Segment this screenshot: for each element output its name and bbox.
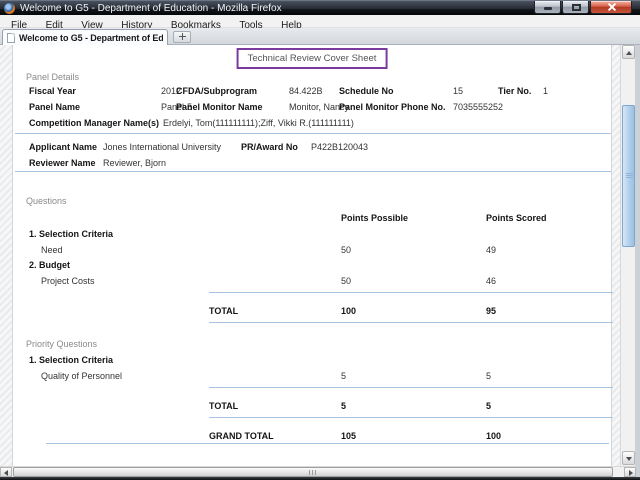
- tab-bar: Welcome to G5 - Department of Edu...: [0, 28, 640, 45]
- question-item-scored: 49: [486, 245, 496, 256]
- questions-total-label: TOTAL: [209, 306, 238, 317]
- separator-line: [209, 417, 613, 418]
- schedule-no-value: 15: [453, 86, 463, 97]
- applicant-name-label: Applicant Name: [29, 142, 97, 153]
- priority-questions-section-label: Priority Questions: [26, 339, 97, 350]
- questions-total-scored: 95: [486, 306, 496, 317]
- grand-total-possible: 105: [341, 431, 356, 442]
- cfda-label: CFDA/Subprogram: [176, 86, 257, 97]
- question-item-name: Project Costs: [41, 276, 95, 287]
- minimize-icon: [544, 7, 552, 10]
- tier-no-value: 1: [543, 86, 548, 97]
- pr-award-no-label: PR/Award No: [241, 142, 298, 153]
- arrow-up-icon: [626, 51, 632, 55]
- vertical-scrollbar-thumb[interactable]: [622, 105, 635, 247]
- firefox-icon: [4, 3, 15, 14]
- grand-total-scored: 100: [486, 431, 501, 442]
- panel-monitor-phone-label: Panel Monitor Phone No.: [339, 102, 446, 113]
- competition-manager-value: Erdelyi, Tom(111111111);Ziff, Vikki R.(1…: [163, 118, 354, 129]
- priority-total-label: TOTAL: [209, 401, 238, 412]
- separator-line: [46, 443, 609, 444]
- reviewer-name-value: Reviewer, Bjorn: [103, 158, 166, 169]
- maximize-icon: [572, 4, 581, 11]
- applicant-name-value: Jones International University: [103, 142, 221, 153]
- questions-section-label: Questions: [26, 196, 67, 207]
- reviewer-name-label: Reviewer Name: [29, 158, 96, 169]
- points-possible-header: Points Possible: [341, 213, 408, 224]
- horizontal-scrollbar-thumb[interactable]: [13, 467, 613, 477]
- scroll-down-button[interactable]: [622, 451, 635, 465]
- arrow-right-icon: [629, 470, 633, 476]
- question-item-possible: 50: [341, 245, 351, 256]
- separator-line: [209, 387, 613, 388]
- menu-bar: File Edit View History Bookmarks Tools H…: [0, 15, 640, 28]
- maximize-button[interactable]: [562, 1, 589, 14]
- minimize-button[interactable]: [534, 1, 561, 14]
- tier-no-label: Tier No.: [498, 86, 531, 97]
- arrow-left-icon: [4, 470, 8, 476]
- separator-line: [209, 292, 613, 293]
- panel-name-label: Panel Name: [29, 102, 80, 113]
- grand-total-label: GRAND TOTAL: [209, 431, 274, 442]
- separator-line: [15, 133, 611, 134]
- priority-item-name: Quality of Personnel: [41, 371, 122, 382]
- questions-total-possible: 100: [341, 306, 356, 317]
- window-border: [635, 45, 640, 477]
- questions-group-2-heading: 2. Budget: [29, 260, 70, 271]
- title-bar: Welcome to G5 - Department of Education …: [0, 0, 640, 15]
- page-icon: [7, 33, 15, 43]
- content-panel: Technical Review Cover Sheet Panel Detai…: [12, 45, 612, 466]
- question-item-name: Need: [41, 245, 63, 256]
- horizontal-scrollbar[interactable]: [0, 466, 636, 477]
- question-item-scored: 46: [486, 276, 496, 287]
- separator-line: [15, 171, 611, 172]
- separator-line: [209, 322, 613, 323]
- priority-total-scored: 5: [486, 401, 491, 412]
- vertical-scrollbar[interactable]: [620, 45, 635, 466]
- close-button[interactable]: [590, 1, 632, 14]
- pr-award-no-value: P422B120043: [311, 142, 368, 153]
- points-scored-header: Points Scored: [486, 213, 547, 224]
- new-tab-button[interactable]: [173, 31, 191, 43]
- window-title: Welcome to G5 - Department of Education …: [20, 3, 282, 14]
- priority-total-possible: 5: [341, 401, 346, 412]
- page-title: Technical Review Cover Sheet: [237, 48, 388, 69]
- schedule-no-label: Schedule No: [339, 86, 394, 97]
- cfda-value: 84.422B: [289, 86, 323, 97]
- competition-manager-label: Competition Manager Name(s): [29, 118, 159, 129]
- priority-group-1-heading: 1. Selection Criteria: [29, 355, 113, 366]
- scroll-right-button[interactable]: [624, 467, 636, 477]
- window-controls: [534, 1, 632, 14]
- tab-title: Welcome to G5 - Department of Edu...: [19, 33, 163, 43]
- arrow-down-icon: [626, 457, 632, 461]
- priority-item-scored: 5: [486, 371, 491, 382]
- scrollbar-grip-icon: [309, 470, 317, 475]
- scroll-up-button[interactable]: [622, 45, 635, 59]
- fiscal-year-label: Fiscal Year: [29, 86, 76, 97]
- browser-viewport: Technical Review Cover Sheet Panel Detai…: [0, 45, 640, 466]
- questions-group-1-heading: 1. Selection Criteria: [29, 229, 113, 240]
- question-item-possible: 50: [341, 276, 351, 287]
- panel-monitor-name-label: Panel Monitor Name: [176, 102, 263, 113]
- scroll-left-button[interactable]: [0, 467, 12, 477]
- scrollbar-grip-icon: [626, 173, 633, 179]
- panel-monitor-phone-value: 7035555252: [453, 102, 503, 113]
- priority-item-possible: 5: [341, 371, 346, 382]
- tab-welcome-g5[interactable]: Welcome to G5 - Department of Edu...: [2, 29, 168, 45]
- panel-details-section-label: Panel Details: [26, 72, 79, 83]
